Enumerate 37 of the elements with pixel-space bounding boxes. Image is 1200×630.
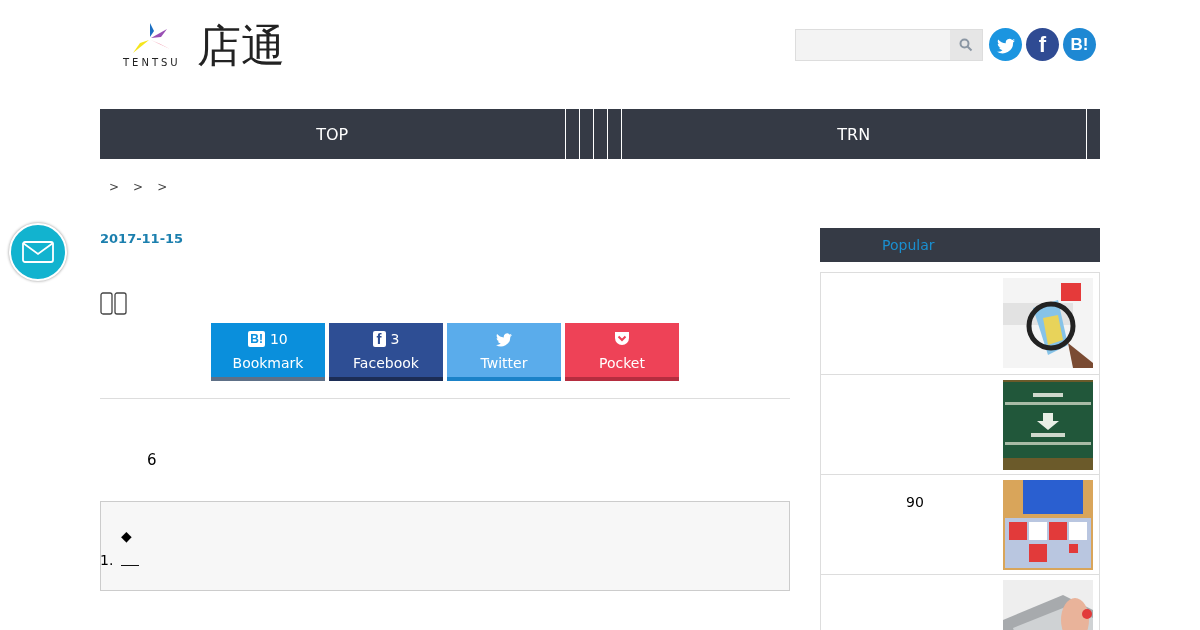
bird-icon: [495, 330, 513, 347]
share-label: Twitter: [480, 354, 528, 371]
sidebar-heading: Popular: [882, 237, 935, 253]
nav-item[interactable]: TRN: [621, 109, 1086, 159]
post-text: 90: [906, 494, 924, 510]
share-label: Facebook: [353, 354, 419, 371]
share-button[interactable]: B! 10 Bookmark: [211, 323, 325, 381]
share-label: Pocket: [599, 354, 645, 371]
bookmark-button[interactable]: B!: [1063, 28, 1096, 61]
nav-item[interactable]: [607, 109, 621, 159]
twitter-button[interactable]: [989, 28, 1022, 61]
logo-wordmark: TENTSU: [123, 57, 181, 68]
facebook-button[interactable]: f: [1026, 28, 1059, 61]
share-count: 10: [269, 330, 288, 347]
search-icon: [959, 37, 973, 52]
nav-item[interactable]: [565, 109, 579, 159]
body-text: 6: [147, 451, 157, 469]
breadcrumb-separator: >: [109, 180, 120, 196]
pocket-icon: [614, 331, 630, 346]
breadcrumb-separator: >: [133, 180, 144, 196]
envelope-icon: [22, 241, 54, 263]
share-label: Bookmark: [232, 354, 304, 371]
breadcrumb-separator: >: [157, 180, 168, 196]
share-count: 3: [390, 330, 400, 347]
nav-item[interactable]: TOP: [100, 109, 565, 159]
list-number: 1.: [100, 552, 114, 568]
link-underline[interactable]: [121, 564, 140, 566]
nav-item[interactable]: [593, 109, 607, 159]
logo-title: 店通: [196, 24, 285, 68]
facebook-icon: f: [372, 330, 386, 347]
toc-bullet: ◆: [121, 528, 132, 544]
bookmark-icon: B!: [248, 330, 265, 347]
share-button[interactable]: Pocket: [565, 323, 679, 381]
missing-glyph-icon: [100, 292, 128, 315]
nav-item[interactable]: [579, 109, 593, 159]
share-button[interactable]: f 3 Facebook: [329, 323, 443, 381]
post-date: 2017-11-15: [100, 231, 185, 246]
